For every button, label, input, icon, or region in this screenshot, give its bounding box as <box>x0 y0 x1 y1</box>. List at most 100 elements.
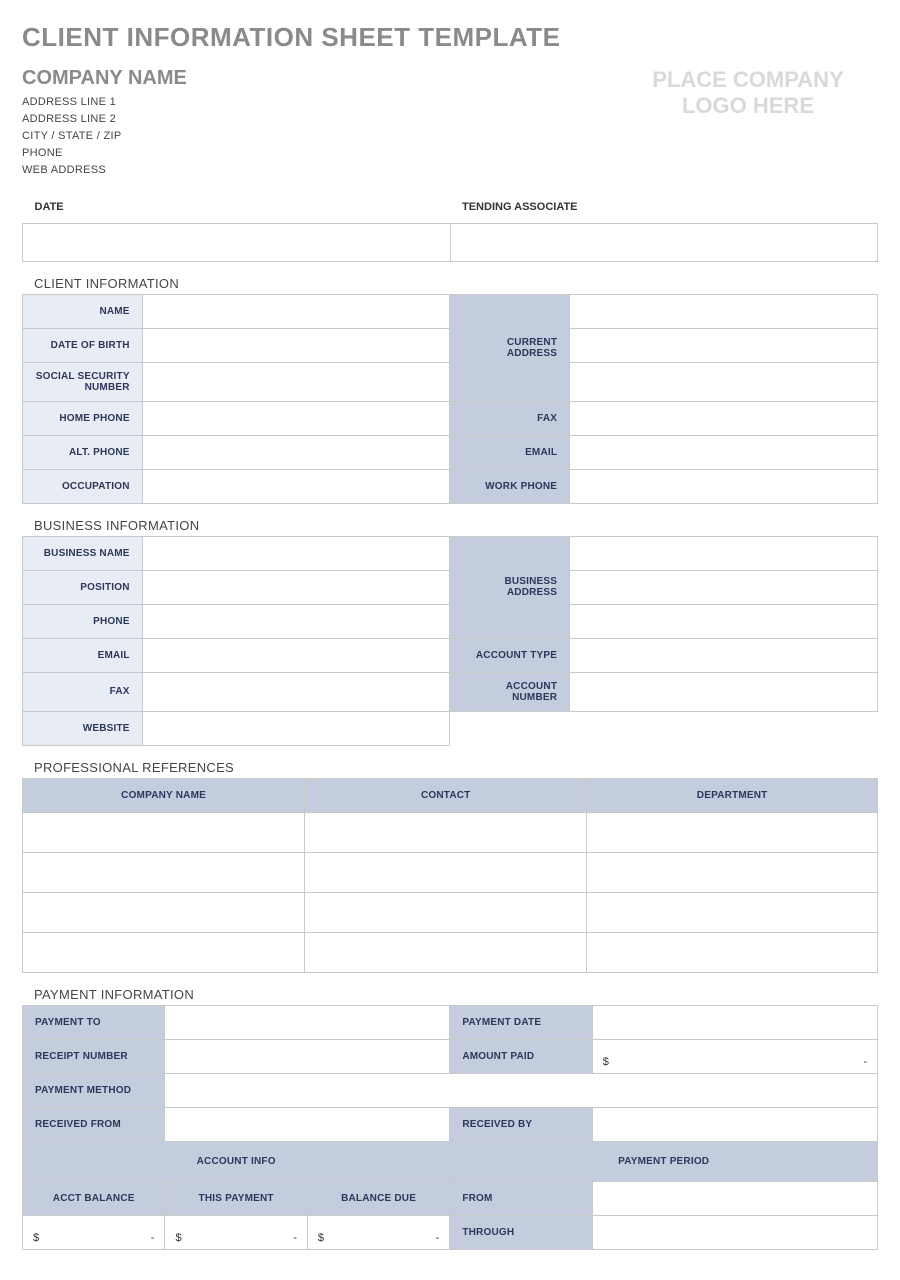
ref-department[interactable] <box>587 892 878 932</box>
ref-contact[interactable] <box>305 812 587 852</box>
payment-table: PAYMENT TO PAYMENT DATE RECEIPT NUMBER A… <box>22 1005 878 1250</box>
label-alt-phone: ALT. PHONE <box>23 435 143 469</box>
label-payment-date: PAYMENT DATE <box>450 1005 592 1039</box>
input-biz-address-2[interactable] <box>570 570 878 604</box>
tending-associate-input[interactable] <box>450 223 878 261</box>
input-received-from[interactable] <box>165 1107 450 1141</box>
currency-symbol: $ <box>603 1056 609 1068</box>
input-payment-date[interactable] <box>592 1005 877 1039</box>
input-ssn[interactable] <box>142 362 450 401</box>
label-acct-balance: ACCT BALANCE <box>23 1181 165 1215</box>
ref-row <box>23 812 878 852</box>
ref-row <box>23 852 878 892</box>
input-occupation[interactable] <box>142 469 450 503</box>
company-city-state-zip: CITY / STATE / ZIP <box>22 130 618 142</box>
input-payment-to[interactable] <box>165 1005 450 1039</box>
amount-dash: - <box>293 1232 297 1244</box>
client-info-table: NAME CURRENT ADDRESS DATE OF BIRTH SOCIA… <box>22 294 878 504</box>
label-payment-to: PAYMENT TO <box>23 1005 165 1039</box>
ref-row <box>23 932 878 972</box>
input-name[interactable] <box>142 294 450 328</box>
label-fax: FAX <box>450 401 570 435</box>
input-account-number[interactable] <box>570 672 878 711</box>
date-label: DATE <box>23 189 451 223</box>
logo-placeholder: PLACE COMPANY LOGO HERE <box>618 67 878 120</box>
input-fax[interactable] <box>570 401 878 435</box>
currency-symbol: $ <box>318 1232 324 1244</box>
input-home-phone[interactable] <box>142 401 450 435</box>
label-payment-method: PAYMENT METHOD <box>23 1073 165 1107</box>
input-address-1[interactable] <box>570 294 878 328</box>
ref-company[interactable] <box>23 852 305 892</box>
label-amount-paid: AMOUNT PAID <box>450 1039 592 1073</box>
ref-row <box>23 892 878 932</box>
company-phone: PHONE <box>22 147 618 159</box>
input-account-type[interactable] <box>570 638 878 672</box>
amount-dash: - <box>151 1232 155 1244</box>
business-info-table: BUSINESS NAME BUSINESS ADDRESS POSITION … <box>22 536 878 746</box>
currency-symbol: $ <box>33 1232 39 1244</box>
ref-header-company: COMPANY NAME <box>23 778 305 812</box>
ref-department[interactable] <box>587 812 878 852</box>
currency-symbol: $ <box>175 1232 181 1244</box>
input-address-3[interactable] <box>570 362 878 401</box>
label-email: EMAIL <box>450 435 570 469</box>
input-biz-phone[interactable] <box>142 604 450 638</box>
ref-contact[interactable] <box>305 932 587 972</box>
label-home-phone: HOME PHONE <box>23 401 143 435</box>
ref-contact[interactable] <box>305 892 587 932</box>
input-through[interactable] <box>592 1215 877 1249</box>
label-position: POSITION <box>23 570 143 604</box>
ref-header-department: DEPARTMENT <box>587 778 878 812</box>
ref-department[interactable] <box>587 932 878 972</box>
label-through: THROUGH <box>450 1215 592 1249</box>
ref-contact[interactable] <box>305 852 587 892</box>
client-info-section-title: CLIENT INFORMATION <box>34 276 878 291</box>
input-balance-due[interactable]: $ - <box>307 1215 449 1249</box>
amount-dash: - <box>863 1056 867 1068</box>
company-address-2: ADDRESS LINE 2 <box>22 113 618 125</box>
ref-company[interactable] <box>23 892 305 932</box>
label-received-by: RECEIVED BY <box>450 1107 592 1141</box>
input-biz-fax[interactable] <box>142 672 450 711</box>
input-alt-phone[interactable] <box>142 435 450 469</box>
input-received-by[interactable] <box>592 1107 877 1141</box>
label-payment-period: PAYMENT PERIOD <box>450 1141 878 1181</box>
label-account-info: ACCOUNT INFO <box>23 1141 450 1181</box>
tending-associate-label: TENDING ASSOCIATE <box>450 189 878 223</box>
page-title: CLIENT INFORMATION SHEET TEMPLATE <box>22 22 878 53</box>
input-amount-paid[interactable]: $ - <box>592 1039 877 1073</box>
input-this-payment[interactable]: $ - <box>165 1215 307 1249</box>
input-position[interactable] <box>142 570 450 604</box>
input-payment-method[interactable] <box>165 1073 878 1107</box>
company-address-1: ADDRESS LINE 1 <box>22 96 618 108</box>
input-biz-address-3[interactable] <box>570 604 878 638</box>
input-email[interactable] <box>570 435 878 469</box>
label-biz-phone: PHONE <box>23 604 143 638</box>
company-block: COMPANY NAME ADDRESS LINE 1 ADDRESS LINE… <box>22 67 618 181</box>
label-received-from: RECEIVED FROM <box>23 1107 165 1141</box>
label-occupation: OCCUPATION <box>23 469 143 503</box>
input-receipt-number[interactable] <box>165 1039 450 1073</box>
input-business-name[interactable] <box>142 536 450 570</box>
input-website[interactable] <box>142 711 450 745</box>
label-business-address: BUSINESS ADDRESS <box>450 536 570 638</box>
input-dob[interactable] <box>142 328 450 362</box>
amount-dash: - <box>436 1232 440 1244</box>
ref-company[interactable] <box>23 932 305 972</box>
input-acct-balance[interactable]: $ - <box>23 1215 165 1249</box>
ref-department[interactable] <box>587 852 878 892</box>
input-biz-email[interactable] <box>142 638 450 672</box>
date-input[interactable] <box>23 223 451 261</box>
label-receipt-number: RECEIPT NUMBER <box>23 1039 165 1073</box>
input-biz-address-1[interactable] <box>570 536 878 570</box>
label-balance-due: BALANCE DUE <box>307 1181 449 1215</box>
input-address-2[interactable] <box>570 328 878 362</box>
input-work-phone[interactable] <box>570 469 878 503</box>
logo-line-2: LOGO HERE <box>618 93 878 119</box>
input-from[interactable] <box>592 1181 877 1215</box>
ref-company[interactable] <box>23 812 305 852</box>
label-work-phone: WORK PHONE <box>450 469 570 503</box>
label-name: NAME <box>23 294 143 328</box>
label-ssn: SOCIAL SECURITY NUMBER <box>23 362 143 401</box>
